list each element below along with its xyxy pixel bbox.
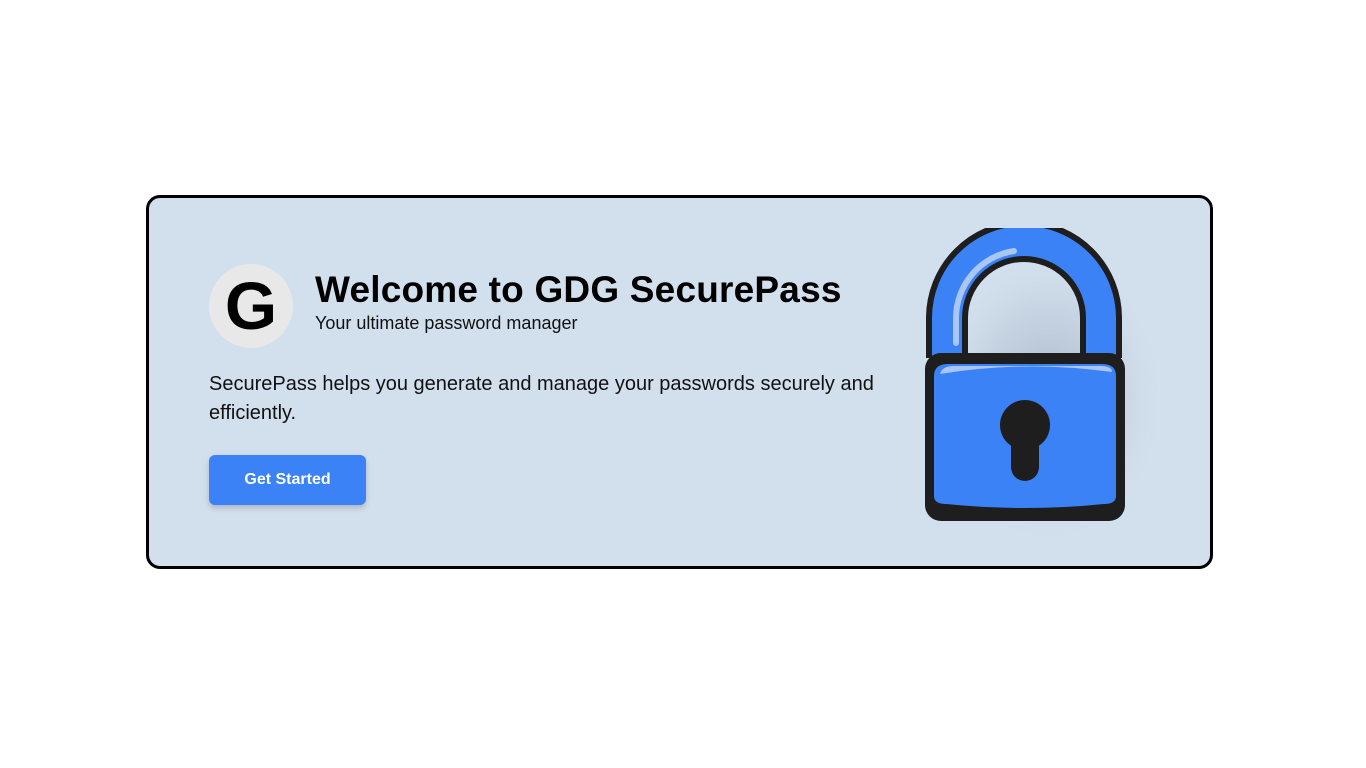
get-started-button[interactable]: Get Started — [209, 455, 366, 505]
description-text: SecurePass helps you generate and manage… — [209, 373, 874, 424]
google-g-logo-icon: G — [225, 271, 277, 341]
padlock-icon — [925, 220, 1167, 548]
welcome-card: G Welcome to GDG SecurePass Your ultimat… — [146, 195, 1213, 569]
svg-text:G: G — [225, 271, 277, 341]
title-group: Welcome to GDG SecurePass Your ultimate … — [315, 269, 842, 334]
welcome-content: G Welcome to GDG SecurePass Your ultimat… — [209, 264, 909, 505]
page-subtitle: Your ultimate password manager — [315, 312, 578, 333]
lock-illustration — [904, 220, 1184, 548]
gdg-logo: G — [209, 264, 293, 348]
page: G Welcome to GDG SecurePass Your ultimat… — [0, 0, 1366, 768]
page-title: Welcome to GDG SecurePass — [315, 268, 842, 310]
header-row: G Welcome to GDG SecurePass Your ultimat… — [209, 264, 909, 348]
